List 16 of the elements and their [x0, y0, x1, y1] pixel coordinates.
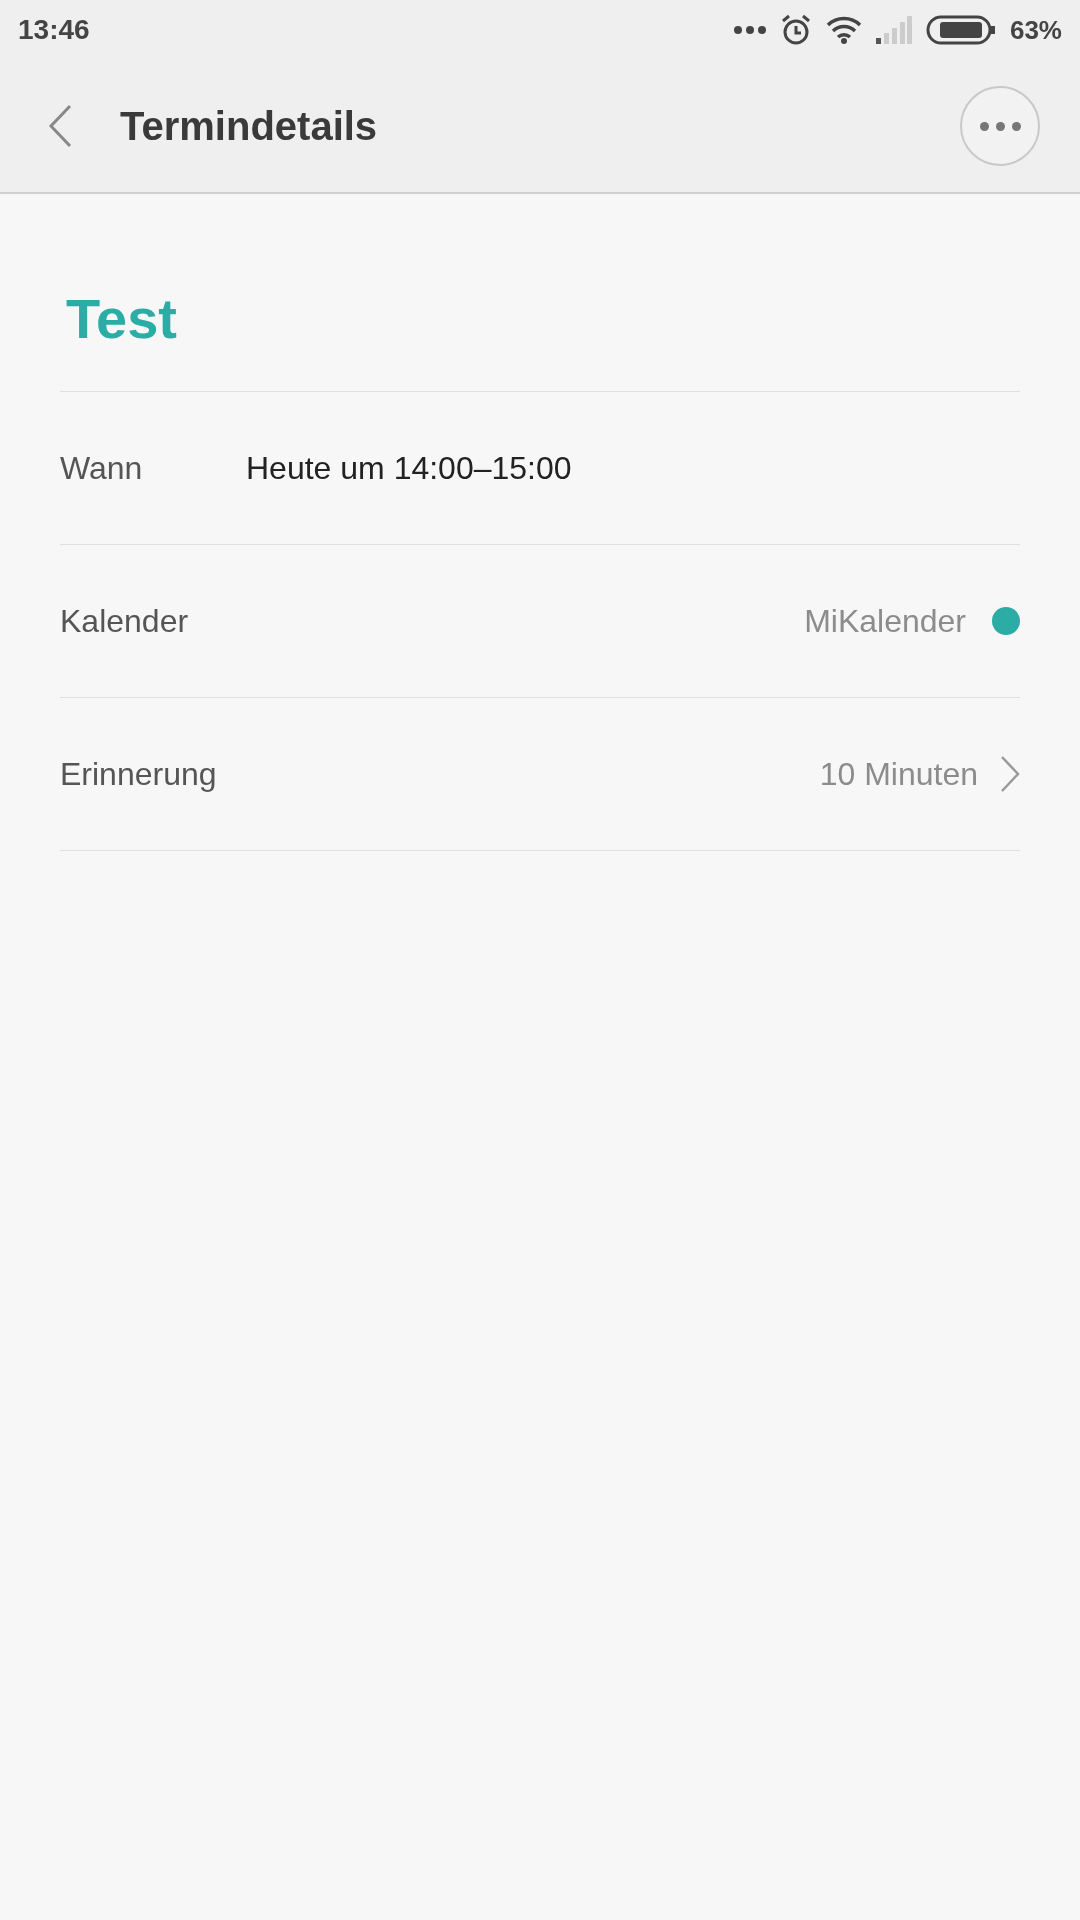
signal-icon: [875, 16, 912, 44]
chevron-right-icon: [1000, 755, 1020, 793]
more-notifications-icon: [733, 26, 766, 34]
status-time: 13:46: [18, 14, 91, 46]
page-title: Termindetails: [120, 103, 379, 149]
battery-icon: [925, 15, 996, 45]
alarm-icon: [779, 14, 812, 46]
detail-value: MiKalender: [804, 602, 966, 640]
detail-label: Wann: [60, 449, 144, 487]
detail-label: Erinnerung: [60, 755, 218, 793]
detail-value: Heute um 14:00–15:00: [246, 449, 572, 487]
battery-percentage: 63%: [1009, 14, 1062, 46]
detail-value[interactable]: 10 Minuten: [819, 755, 978, 793]
detail-label: Kalender: [60, 602, 190, 640]
wifi-icon: [825, 16, 862, 44]
event-title: Test: [60, 194, 1020, 392]
